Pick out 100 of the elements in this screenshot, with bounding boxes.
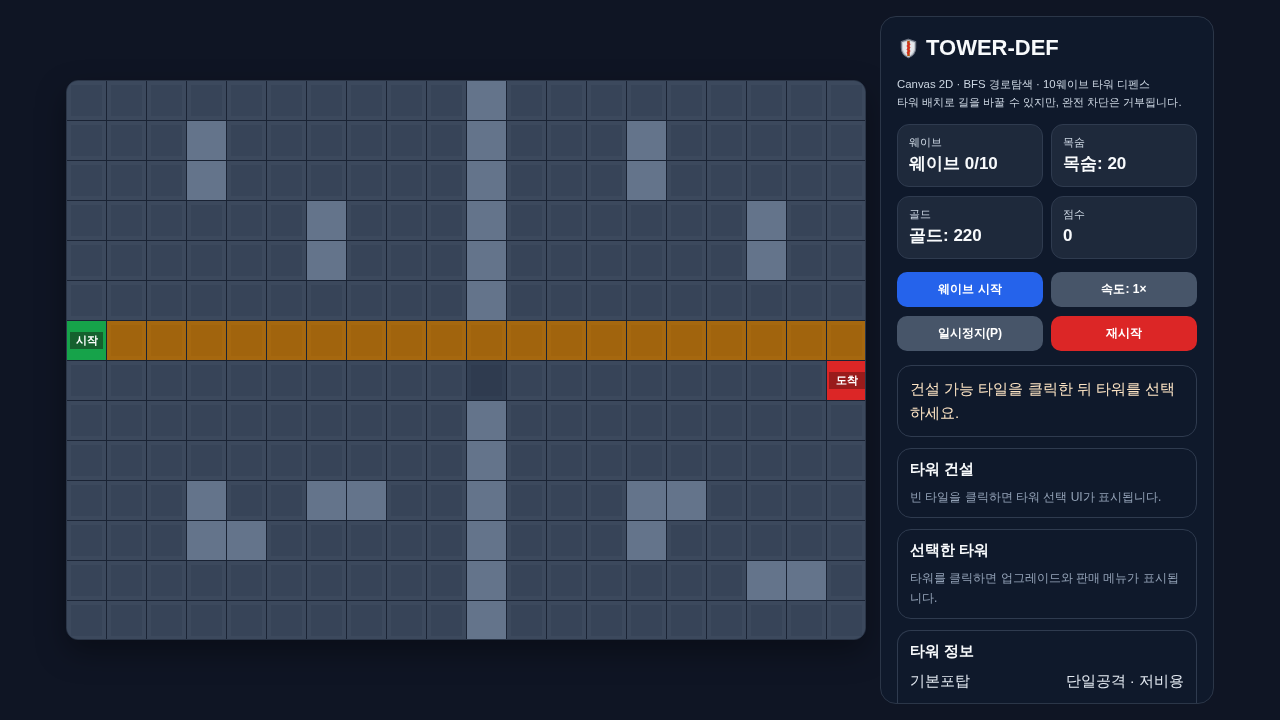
floor-tile[interactable]: [107, 121, 146, 160]
floor-tile[interactable]: [267, 401, 306, 440]
floor-tile[interactable]: [347, 521, 386, 560]
floor-tile[interactable]: [67, 281, 106, 320]
floor-tile[interactable]: [147, 281, 186, 320]
speed-button[interactable]: 속도: 1×: [1051, 272, 1197, 307]
floor-tile[interactable]: [267, 201, 306, 240]
floor-tile[interactable]: [387, 121, 426, 160]
floor-tile[interactable]: [227, 201, 266, 240]
floor-tile[interactable]: [587, 601, 626, 639]
floor-tile[interactable]: [707, 201, 746, 240]
floor-tile[interactable]: [427, 561, 466, 600]
floor-tile[interactable]: [187, 241, 226, 280]
floor-tile[interactable]: [427, 481, 466, 520]
floor-tile[interactable]: [307, 441, 346, 480]
floor-tile[interactable]: [787, 281, 826, 320]
floor-tile[interactable]: [547, 241, 586, 280]
floor-tile[interactable]: [747, 521, 786, 560]
floor-tile[interactable]: [667, 561, 706, 600]
floor-tile[interactable]: [667, 601, 706, 639]
floor-tile[interactable]: [507, 281, 546, 320]
floor-tile[interactable]: [827, 521, 865, 560]
floor-tile[interactable]: [347, 281, 386, 320]
floor-tile[interactable]: [507, 241, 546, 280]
floor-tile[interactable]: [547, 561, 586, 600]
floor-tile[interactable]: [587, 121, 626, 160]
floor-tile[interactable]: [187, 561, 226, 600]
floor-tile[interactable]: [267, 161, 306, 200]
floor-tile[interactable]: [787, 161, 826, 200]
floor-tile[interactable]: [387, 241, 426, 280]
floor-tile[interactable]: [827, 481, 865, 520]
floor-tile[interactable]: [427, 281, 466, 320]
floor-tile[interactable]: [347, 241, 386, 280]
floor-tile[interactable]: [747, 441, 786, 480]
floor-tile[interactable]: [267, 601, 306, 639]
floor-tile[interactable]: [667, 81, 706, 120]
floor-tile[interactable]: [147, 81, 186, 120]
floor-tile[interactable]: [667, 121, 706, 160]
floor-tile[interactable]: [147, 441, 186, 480]
floor-tile[interactable]: [387, 201, 426, 240]
floor-tile[interactable]: [787, 81, 826, 120]
floor-tile[interactable]: [387, 281, 426, 320]
floor-tile[interactable]: [827, 561, 865, 600]
floor-tile[interactable]: [747, 361, 786, 400]
floor-tile[interactable]: [227, 361, 266, 400]
floor-tile[interactable]: [667, 161, 706, 200]
floor-tile[interactable]: [187, 281, 226, 320]
floor-tile[interactable]: [307, 81, 346, 120]
floor-tile[interactable]: [827, 161, 865, 200]
floor-tile[interactable]: [507, 601, 546, 639]
floor-tile[interactable]: [147, 601, 186, 639]
floor-tile[interactable]: [587, 281, 626, 320]
floor-tile[interactable]: [627, 441, 666, 480]
floor-tile[interactable]: [187, 401, 226, 440]
floor-tile[interactable]: [427, 121, 466, 160]
floor-tile[interactable]: [547, 121, 586, 160]
floor-tile[interactable]: [347, 441, 386, 480]
floor-tile[interactable]: [267, 441, 306, 480]
floor-tile[interactable]: [147, 401, 186, 440]
floor-tile[interactable]: [547, 521, 586, 560]
floor-tile[interactable]: [627, 361, 666, 400]
floor-tile[interactable]: [107, 401, 146, 440]
floor-tile[interactable]: [827, 601, 865, 639]
floor-tile[interactable]: [227, 561, 266, 600]
floor-tile[interactable]: [547, 161, 586, 200]
floor-tile[interactable]: [267, 281, 306, 320]
floor-tile[interactable]: [787, 121, 826, 160]
floor-tile[interactable]: [827, 281, 865, 320]
floor-tile[interactable]: [587, 241, 626, 280]
floor-tile[interactable]: [427, 601, 466, 639]
floor-tile[interactable]: [627, 241, 666, 280]
floor-tile[interactable]: [107, 281, 146, 320]
floor-tile[interactable]: [427, 241, 466, 280]
floor-tile[interactable]: [347, 361, 386, 400]
floor-tile[interactable]: [67, 481, 106, 520]
floor-tile[interactable]: [587, 81, 626, 120]
floor-tile[interactable]: [307, 601, 346, 639]
floor-tile[interactable]: [107, 481, 146, 520]
floor-tile[interactable]: [267, 361, 306, 400]
floor-tile[interactable]: [747, 481, 786, 520]
floor-tile[interactable]: [547, 201, 586, 240]
floor-tile[interactable]: [387, 441, 426, 480]
floor-tile[interactable]: [67, 521, 106, 560]
floor-tile[interactable]: [107, 201, 146, 240]
floor-tile[interactable]: [227, 281, 266, 320]
floor-tile[interactable]: [707, 401, 746, 440]
floor-tile[interactable]: [227, 161, 266, 200]
floor-tile[interactable]: [547, 401, 586, 440]
floor-tile[interactable]: [67, 121, 106, 160]
floor-tile[interactable]: [147, 121, 186, 160]
floor-tile[interactable]: [107, 441, 146, 480]
floor-tile[interactable]: [147, 481, 186, 520]
floor-tile[interactable]: [147, 521, 186, 560]
floor-tile[interactable]: [107, 241, 146, 280]
floor-tile[interactable]: [787, 521, 826, 560]
floor-tile[interactable]: [67, 241, 106, 280]
floor-tile[interactable]: [627, 81, 666, 120]
floor-tile[interactable]: [707, 281, 746, 320]
floor-tile[interactable]: [627, 561, 666, 600]
floor-tile[interactable]: [827, 241, 865, 280]
